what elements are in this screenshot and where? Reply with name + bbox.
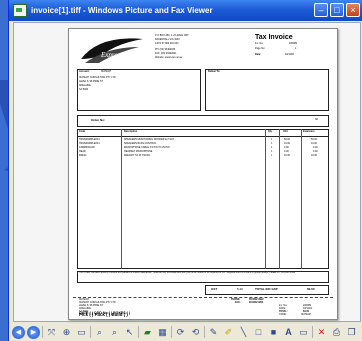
order-number-label: Order No: — [91, 118, 106, 122]
invoice-title: Tax Invoice — [255, 34, 293, 41]
footer-note: Your Order has been quickly checked and … — [79, 272, 296, 274]
delete-icon[interactable]: ✕ — [315, 326, 328, 339]
invoice-date: 04/12/01 — [285, 53, 295, 56]
column-divider — [121, 129, 122, 269]
gst-value: 5.49 — [237, 287, 243, 291]
deliver-to-label: Deliver To: — [208, 70, 221, 73]
rotate-clockwise-icon[interactable]: ⟳ — [174, 326, 187, 339]
row-extension: 10.00 — [311, 154, 317, 157]
account-line-4: SA 5000 — [79, 88, 89, 91]
title-bar[interactable]: invoice[1].tiff - Windows Picture and Fa… — [9, 0, 362, 21]
page-number: 1 — [295, 47, 297, 50]
previous-image-icon[interactable]: ◀ — [12, 325, 25, 339]
viewer-toolbar: ◀ ▶ ⤧ ⊕ ▭ ⌕ ⌕ ↖ ▰ ▦ ⟳ ⟲ ✎ ✐ ╲ □ ■ A ▭ ✕ … — [9, 323, 362, 341]
picture-fax-viewer-window: invoice[1].tiff - Windows Picture and Fa… — [8, 0, 362, 341]
gst-label: GST — [211, 287, 218, 291]
column-header-description: Description — [124, 130, 138, 133]
slideshow-icon[interactable]: ▭ — [75, 326, 88, 339]
freehand-pen-icon[interactable]: ✎ — [207, 326, 220, 339]
column-divider — [265, 129, 266, 269]
toolbar-separator — [138, 326, 139, 338]
text-tool-icon[interactable]: A — [282, 326, 295, 339]
invoice-number: 226089 — [289, 42, 297, 45]
row-unit: 10.00 — [284, 154, 290, 157]
invoice-document: Express P O BOX 280, 1 LYLDALE CRT RAVEN… — [68, 28, 338, 320]
toolbar-separator — [42, 326, 43, 338]
rotate-counterclockwise-icon[interactable]: ⟲ — [189, 326, 202, 339]
column-header-unit: Unit — [283, 130, 288, 133]
company-website: Website: www.iviet.net.au — [155, 56, 183, 59]
annotation-marker-icon[interactable]: ▰ — [141, 326, 154, 339]
column-header-qty: Qty — [268, 130, 272, 133]
highlighter-icon[interactable]: ✐ — [222, 326, 235, 339]
picture-viewer-app-icon — [13, 4, 27, 17]
best-fit-icon[interactable]: ⤧ — [45, 326, 58, 339]
slip-fax-label: FAX: — [235, 301, 241, 304]
deliver-to-box — [205, 69, 329, 111]
next-image-icon[interactable]: ▶ — [27, 325, 40, 339]
line-items-table — [77, 129, 329, 269]
slip-pick-pack-build-line: Pick ( ) Pack ( ) Build ( ) — [79, 312, 128, 317]
toolbar-separator — [312, 326, 313, 338]
column-header-code: Code — [79, 130, 85, 133]
maximize-button[interactable]: □ — [330, 3, 344, 17]
account-label: Account: — [79, 70, 90, 73]
window-title: invoice[1].tiff - Windows Picture and Fa… — [31, 6, 213, 15]
zoom-out-icon[interactable]: ⌕ — [108, 326, 121, 339]
rectangle-tool-icon[interactable]: □ — [252, 326, 265, 339]
minimize-button[interactable]: – — [314, 3, 328, 17]
order-number-value: Nil — [315, 118, 318, 121]
image-view-area[interactable]: Express P O BOX 280, 1 LYLDALE CRT RAVEN… — [13, 22, 361, 322]
page-number-label: Page No: — [255, 47, 265, 50]
tear-off-rule — [73, 297, 333, 298]
column-header-extension: Extension — [303, 130, 315, 133]
total-label: TOTAL INC GST: — [255, 287, 279, 291]
note-tool-icon[interactable]: ▭ — [297, 326, 310, 339]
slip-code: ISATECH — [301, 313, 312, 316]
line-tool-icon[interactable]: ╲ — [237, 326, 250, 339]
total-value: 60.00 — [307, 287, 315, 291]
toolbar-separator — [90, 326, 91, 338]
svg-text:Express: Express — [100, 51, 123, 59]
filled-rectangle-icon[interactable]: ■ — [267, 326, 280, 339]
row-description: FREIGHT ST AT TRACK — [124, 154, 151, 157]
slip-fax: 08 8232 9811 — [249, 301, 264, 304]
annotation-layout-icon[interactable]: ▦ — [156, 326, 169, 339]
slip-code-label: CODE: — [279, 313, 287, 316]
column-divider — [301, 129, 302, 269]
table-header-rule — [77, 136, 329, 137]
order-number-box — [77, 115, 329, 127]
toolbar-separator — [204, 326, 205, 338]
account-code: ISATECH — [101, 70, 112, 73]
close-button[interactable]: × — [346, 3, 360, 17]
print-icon[interactable]: ⎙ — [330, 326, 343, 339]
row-qty: 1 — [271, 154, 273, 157]
toolbar-separator — [171, 326, 172, 338]
company-abn: A B N 57 083 218 023 — [155, 42, 179, 45]
invoice-number-label: Inv. No: — [255, 42, 264, 45]
company-logo: Express — [81, 38, 143, 63]
actual-size-icon[interactable]: ⊕ — [60, 326, 73, 339]
column-divider — [279, 129, 280, 269]
annotation-pointer-icon[interactable]: ↖ — [123, 326, 136, 339]
invoice-date-label: Date: — [255, 53, 261, 56]
row-code: FREIG — [79, 154, 87, 157]
zoom-in-icon[interactable]: ⌕ — [93, 326, 106, 339]
copy-icon[interactable]: ❐ — [345, 326, 358, 339]
